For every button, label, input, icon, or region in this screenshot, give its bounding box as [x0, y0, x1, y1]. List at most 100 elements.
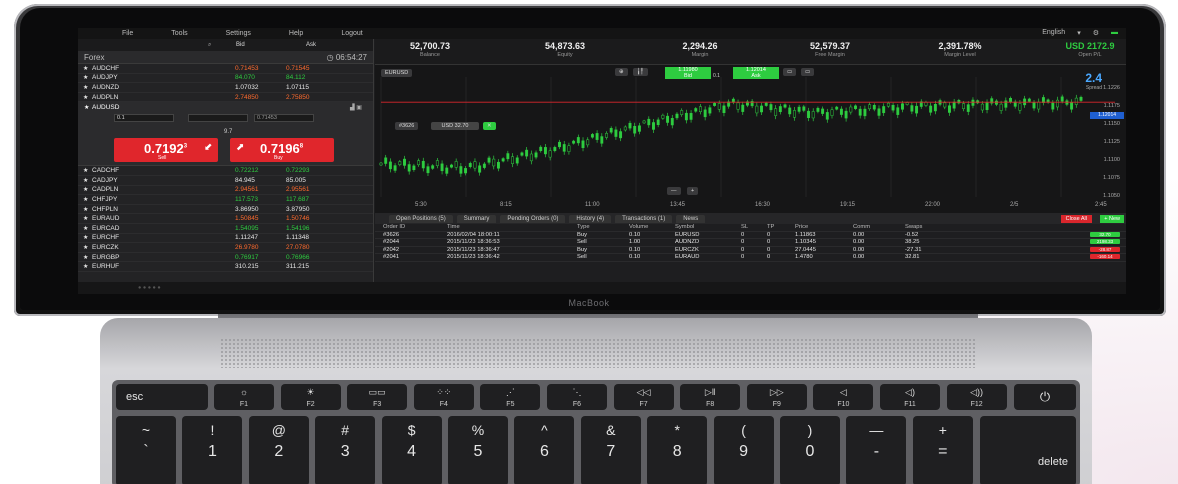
price-chart[interactable]: EURUSD ⊕ ╽╿ 1.11980 Bid 0.1 1.12014 Ask ▭ …: [375, 65, 1126, 213]
watchlist-ask[interactable]: 117.687: [286, 196, 309, 203]
watchlist-ask[interactable]: 2.95561: [286, 186, 310, 193]
chart-bid-button[interactable]: 1.11980 Bid: [665, 67, 711, 79]
tab-4[interactable]: Transactions (1): [615, 214, 673, 223]
watchlist-ask[interactable]: 1.11348: [286, 234, 309, 241]
power-key[interactable]: ⏻: [1014, 384, 1076, 410]
watchlist-row[interactable]: ★ CADCHF 0.72212 0.72293: [78, 166, 373, 176]
star-icon[interactable]: ★: [83, 74, 88, 81]
close-all-button[interactable]: Close All: [1060, 215, 1092, 223]
f3-key[interactable]: ▭▭ F3: [347, 384, 408, 410]
star-icon[interactable]: ★: [83, 215, 88, 222]
category-select[interactable]: Forex: [84, 53, 104, 62]
settings-icon[interactable]: ⚙: [1093, 29, 1099, 37]
watchlist-bid[interactable]: 1.50845: [235, 215, 259, 222]
f4-key[interactable]: ⁘⁘ F4: [413, 384, 474, 410]
star-icon[interactable]: ★: [83, 244, 88, 251]
star-icon[interactable]: ★: [83, 225, 88, 232]
candles-icon[interactable]: ╽╿: [633, 68, 648, 76]
table-row[interactable]: #2044 2015/11/23 18:36:53 Sell 1.00 AUDNZD 0 0…: [375, 239, 1126, 247]
new-order-button[interactable]: + New: [1100, 215, 1124, 223]
chart-ask-button[interactable]: 1.12014 Ask: [733, 67, 779, 79]
table-row[interactable]: #3626 2016/02/04 18:00:11 Buy 0.10 EURUSD 0 0 1…: [375, 231, 1126, 240]
number-key[interactable]: #3: [315, 416, 376, 484]
watchlist-bid[interactable]: 0.76917: [235, 254, 259, 261]
watchlist-row[interactable]: ★ CADJPY 84.945 85.005: [78, 176, 373, 186]
f10-key[interactable]: ◁ F10: [813, 384, 874, 410]
watchlist-ask[interactable]: 0.76966: [286, 254, 310, 261]
chart-window-icon[interactable]: ▭: [801, 68, 815, 76]
watchlist-bid[interactable]: 0.71453: [235, 65, 259, 72]
star-icon[interactable]: ★: [83, 206, 88, 213]
watchlist-row[interactable]: ★ EURCZK 26.9780 27.0780: [78, 243, 373, 253]
f8-key[interactable]: ▷‖ F8: [680, 384, 741, 410]
number-key[interactable]: + =: [912, 416, 973, 484]
star-icon[interactable]: ★: [83, 186, 88, 193]
search-icon[interactable]: ⌕: [208, 42, 211, 49]
watchlist-row[interactable]: ★ EURCHF 1.11247 1.11348: [78, 234, 373, 244]
f5-key[interactable]: ⋰ F5: [480, 384, 541, 410]
number-key[interactable]: ) 0: [780, 416, 840, 484]
watchlist-bid[interactable]: 0.72212: [235, 167, 259, 174]
star-icon[interactable]: ★: [83, 254, 88, 261]
watchlist-ask[interactable]: 1.50746: [286, 215, 310, 222]
star-icon[interactable]: ★: [84, 104, 89, 111]
amount-input[interactable]: 0.1: [114, 114, 174, 123]
f6-key[interactable]: ⋱ F6: [547, 384, 607, 410]
language-select[interactable]: English: [1042, 29, 1065, 37]
watchlist-bid[interactable]: 117.573: [235, 196, 258, 203]
f2-key[interactable]: ☀ F2: [280, 384, 341, 410]
star-icon[interactable]: ★: [83, 167, 88, 174]
tab-0[interactable]: Open Positions (5): [389, 214, 453, 223]
table-row[interactable]: #2041 2015/11/23 18:36:42 Sell 0.10 EURAUD 0 0…: [375, 254, 1126, 262]
amount-input-2[interactable]: [188, 114, 248, 123]
menu-settings[interactable]: Settings: [226, 30, 251, 37]
tab-5[interactable]: News: [676, 214, 706, 223]
number-key[interactable]: & 7: [580, 416, 641, 484]
watchlist-bid[interactable]: 1.07032: [235, 84, 259, 91]
watchlist-row[interactable]: ★ CHFJPY 117.573 117.687: [78, 195, 373, 205]
close-position-icon[interactable]: ✕: [483, 122, 496, 130]
tab-3[interactable]: History (4): [569, 214, 612, 223]
watchlist-row[interactable]: ★ EURGBP 0.76917 0.76966: [78, 253, 373, 263]
menu-file[interactable]: File: [122, 30, 133, 37]
star-icon[interactable]: ★: [83, 94, 88, 101]
watchlist-ask[interactable]: 1.54196: [286, 225, 310, 232]
watchlist-row[interactable]: ★ AUDNZD 1.07032 1.07115: [78, 83, 373, 93]
watchlist-row[interactable]: ★ CADPLN 2.94561 2.95561: [78, 186, 373, 196]
chart-icon[interactable]: ▟ ▣: [350, 104, 362, 111]
f7-key[interactable]: ◁◁ F7: [613, 384, 674, 410]
star-icon[interactable]: ★: [83, 84, 88, 91]
number-key[interactable]: ! 1: [182, 416, 243, 484]
watchlist-ask[interactable]: 0.72293: [286, 167, 310, 174]
table-row[interactable]: #2042 2015/11/23 18:36:47 Buy 0.10 EURCZK 0 0 2…: [375, 246, 1126, 255]
watchlist-bid[interactable]: 26.9780: [235, 244, 259, 251]
watchlist-ask[interactable]: 2.75850: [286, 94, 310, 101]
watchlist-row[interactable]: ★ AUDPLN 2.74850 2.75850: [78, 93, 373, 103]
sell-button[interactable]: 0.71923 Sell: [114, 138, 218, 163]
watchlist-row[interactable]: ★ AUDCHF 0.71453 0.71545: [78, 64, 373, 74]
watchlist-ask[interactable]: 0.71545: [286, 65, 310, 72]
watchlist-row[interactable]: ★ CHFPLN 3.86950 3.87950: [78, 205, 373, 215]
watchlist-row[interactable]: ★ AUDJPY 84.070 84.112: [78, 74, 373, 84]
rate-input[interactable]: 0.71453: [254, 114, 314, 123]
watchlist-ask[interactable]: 27.0780: [286, 244, 310, 251]
zoom-out-icon[interactable]: —: [667, 187, 681, 195]
f12-key[interactable]: ◁)) F12: [946, 384, 1007, 410]
watchlist-bid[interactable]: 1.11247: [235, 234, 258, 241]
watchlist-bid[interactable]: 1.54095: [235, 225, 259, 232]
star-icon[interactable]: ★: [83, 196, 88, 203]
watchlist-ask[interactable]: 85.005: [286, 177, 306, 184]
watchlist-bid[interactable]: 84.070: [235, 74, 255, 81]
menu-tools[interactable]: Tools: [171, 30, 187, 37]
watchlist-bid[interactable]: 3.86950: [235, 206, 259, 213]
delete-key[interactable]: delete: [980, 416, 1076, 484]
menu-help[interactable]: Help: [289, 30, 303, 37]
star-icon[interactable]: ★: [83, 177, 88, 184]
number-key[interactable]: @2: [248, 416, 309, 484]
watchlist-ask[interactable]: 311.215: [286, 263, 309, 270]
number-key[interactable]: * 8: [647, 416, 708, 484]
watchlist-ask[interactable]: 3.87950: [286, 206, 310, 213]
number-key[interactable]: — -: [846, 416, 907, 484]
star-icon[interactable]: ★: [83, 234, 88, 241]
f11-key[interactable]: ◁) F11: [880, 384, 940, 410]
